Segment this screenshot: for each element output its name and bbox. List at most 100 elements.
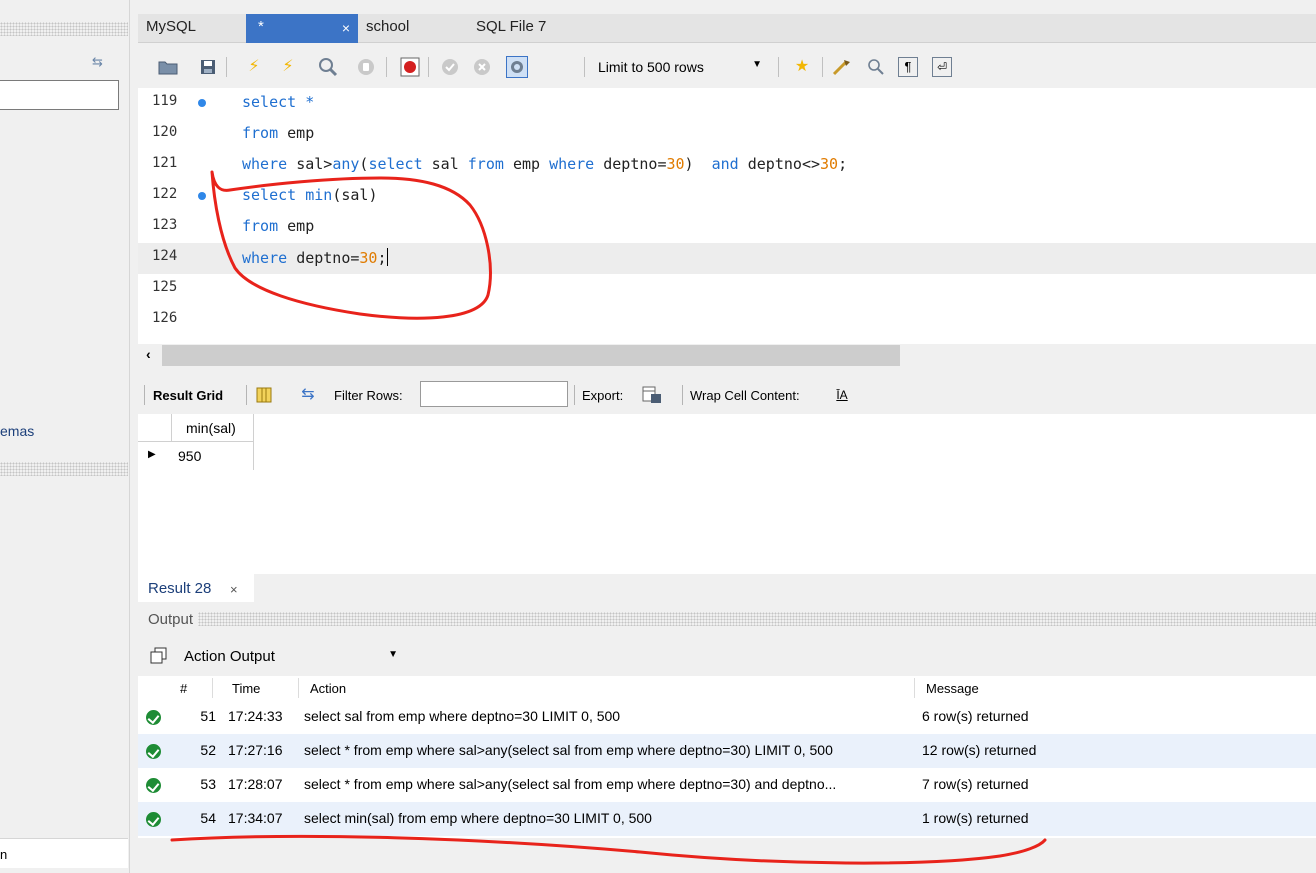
- code-line: select min(sal): [242, 186, 378, 204]
- output-header: Output: [138, 604, 1316, 634]
- wrap-cell-icon[interactable]: ĪA: [832, 385, 852, 405]
- table-row[interactable]: 52 17:27:16 select * from emp where sal>…: [138, 734, 1316, 768]
- editor-line: 122 select min(sal): [138, 181, 1316, 212]
- line-number: 125: [152, 279, 178, 295]
- export-icon[interactable]: [642, 385, 662, 405]
- header-time[interactable]: Time: [232, 681, 260, 696]
- line-number: 124: [152, 248, 178, 264]
- tab-result[interactable]: Result 28 ×: [138, 574, 254, 602]
- invisible-chars-icon[interactable]: ¶: [898, 57, 918, 77]
- export-label: Export:: [582, 388, 624, 403]
- success-icon: [146, 710, 161, 725]
- refresh-icon[interactable]: ⇆: [92, 54, 103, 70]
- chevron-left-icon[interactable]: ‹: [146, 346, 151, 362]
- success-icon: [146, 812, 161, 827]
- stop-icon[interactable]: [356, 57, 376, 77]
- schema-filter-input[interactable]: [0, 80, 119, 110]
- tab-schemas[interactable]: emas: [0, 423, 34, 439]
- column-divider: [212, 678, 213, 698]
- execute-icon[interactable]: ⚡: [244, 57, 264, 77]
- toolbar-divider: [682, 385, 683, 405]
- output-table-header: # Time Action Message: [138, 676, 1316, 700]
- commit-icon[interactable]: [440, 57, 460, 77]
- grid-cell[interactable]: 950: [172, 442, 254, 470]
- row-action: select * from emp where sal>any(select s…: [304, 776, 837, 792]
- output-controls: Action Output ▼: [138, 638, 1316, 674]
- code-line: from emp: [242, 217, 315, 235]
- header-message[interactable]: Message: [926, 681, 979, 696]
- editor-line: 119 select *: [138, 88, 1316, 119]
- output-type-value: Action Output: [184, 648, 275, 665]
- tab-school[interactable]: school: [366, 14, 409, 43]
- rollback-icon[interactable]: [472, 57, 492, 77]
- editor-line: 121 where sal>any(select sal from emp wh…: [138, 150, 1316, 181]
- toolbar-divider: [574, 385, 575, 405]
- beautify-icon[interactable]: [832, 57, 852, 77]
- annotation-underline: [170, 834, 1047, 865]
- sidebar-bottom-label: n: [0, 847, 8, 862]
- table-row[interactable]: 51 17:24:33 select sal from emp where de…: [138, 700, 1316, 734]
- find-icon[interactable]: [866, 57, 886, 77]
- close-icon[interactable]: ×: [230, 582, 238, 597]
- code-line: select *: [242, 93, 315, 111]
- result-toolbar: Result Grid ⇆ Filter Rows: Export: Wrap …: [138, 378, 1316, 412]
- row-number: 52: [200, 742, 216, 758]
- toolbar-divider: [778, 57, 779, 77]
- result-grid[interactable]: min(sal) ▶ 950: [138, 414, 1316, 574]
- filter-rows-input[interactable]: [420, 381, 568, 407]
- header-num[interactable]: #: [180, 681, 187, 696]
- refresh-icon[interactable]: ⇆: [298, 385, 318, 405]
- chevron-down-icon: ▼: [388, 649, 398, 660]
- row-number: 54: [200, 810, 216, 826]
- row-action: select sal from emp where deptno=30 LIMI…: [304, 708, 621, 724]
- limit-rows-value: Limit to 500 rows: [598, 59, 704, 75]
- close-icon[interactable]: ×: [342, 20, 350, 36]
- tab-sql-file-7[interactable]: SQL File 7: [476, 14, 546, 43]
- toolbar-divider: [246, 385, 247, 405]
- code-line: where sal>any(select sal from emp where …: [242, 155, 848, 173]
- result-grid-label[interactable]: Result Grid: [153, 388, 223, 403]
- toolbar-divider: [822, 57, 823, 77]
- editor-horizontal-scrollbar[interactable]: ‹: [138, 344, 1316, 368]
- sidebar-bottom-tab[interactable]: n: [0, 838, 128, 868]
- table-row[interactable]: 53 17:28:07 select * from emp where sal>…: [138, 768, 1316, 802]
- toolbar-divider: [226, 57, 227, 77]
- row-message: 7 row(s) returned: [922, 776, 1029, 792]
- column-header[interactable]: min(sal): [172, 414, 254, 442]
- table-row[interactable]: 54 17:34:07 select min(sal) from emp whe…: [138, 802, 1316, 836]
- line-number: 119: [152, 93, 178, 109]
- scrollbar-thumb[interactable]: [162, 345, 900, 366]
- copy-icon[interactable]: [150, 647, 168, 665]
- tab-active-query[interactable]: * ×: [246, 14, 358, 43]
- grid-layout-icon[interactable]: [254, 385, 274, 405]
- row-number: 51: [200, 708, 216, 724]
- execute-current-icon[interactable]: ⚡: [278, 57, 298, 77]
- output-type-select[interactable]: Action Output ▼: [176, 644, 404, 668]
- navigator-sidebar: ⇆ emas n: [0, 0, 130, 873]
- row-pointer-icon: ▶: [148, 449, 156, 460]
- filter-rows-label: Filter Rows:: [334, 388, 403, 403]
- sql-editor[interactable]: 119 select * 120 from emp 121 where sal>…: [138, 88, 1316, 344]
- chevron-down-icon: ▼: [752, 59, 762, 70]
- tab-active-label: *: [258, 18, 264, 35]
- editor-line: 123 from emp: [138, 212, 1316, 243]
- open-folder-icon[interactable]: [158, 57, 178, 77]
- tab-mysql[interactable]: MySQL: [146, 14, 196, 43]
- add-snippet-icon[interactable]: ★: [792, 57, 812, 77]
- query-toolbar: ⚡ ⚡ Limit to 500 rows ▼ ★ ¶ ⏎: [138, 48, 1316, 86]
- action-output-table: # Time Action Message 51 17:24:33 select…: [138, 676, 1316, 838]
- autocommit-icon[interactable]: [506, 56, 528, 78]
- toolbar-divider: [144, 385, 145, 405]
- row-message: 1 row(s) returned: [922, 810, 1029, 826]
- column-divider: [298, 678, 299, 698]
- toolbar-divider: [428, 57, 429, 77]
- editor-line: 125: [138, 274, 1316, 305]
- save-icon[interactable]: [198, 57, 218, 77]
- toggle-error-icon[interactable]: [400, 57, 420, 77]
- statement-marker-icon: [198, 99, 206, 107]
- word-wrap-icon[interactable]: ⏎: [932, 57, 952, 77]
- limit-rows-select[interactable]: Limit to 500 rows ▼: [590, 56, 768, 78]
- row-time: 17:27:16: [228, 742, 283, 758]
- explain-icon[interactable]: [318, 57, 338, 77]
- header-action[interactable]: Action: [310, 681, 346, 696]
